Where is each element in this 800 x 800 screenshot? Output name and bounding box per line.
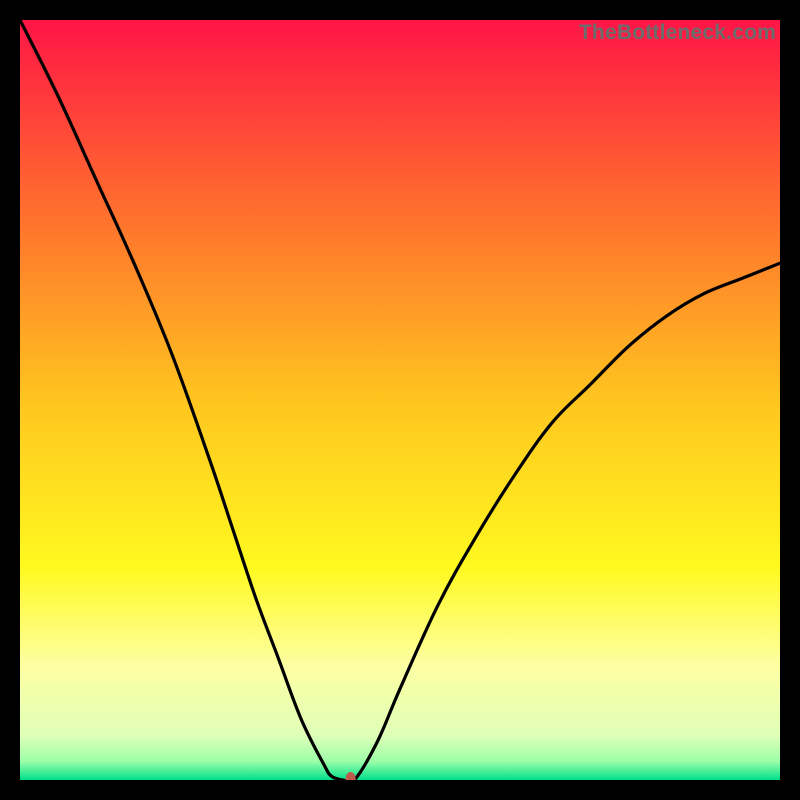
chart-svg: [20, 20, 780, 780]
watermark-text: TheBottleneck.com: [579, 21, 776, 45]
gradient-bg: [20, 20, 780, 780]
chart-frame: TheBottleneck.com: [20, 20, 780, 780]
